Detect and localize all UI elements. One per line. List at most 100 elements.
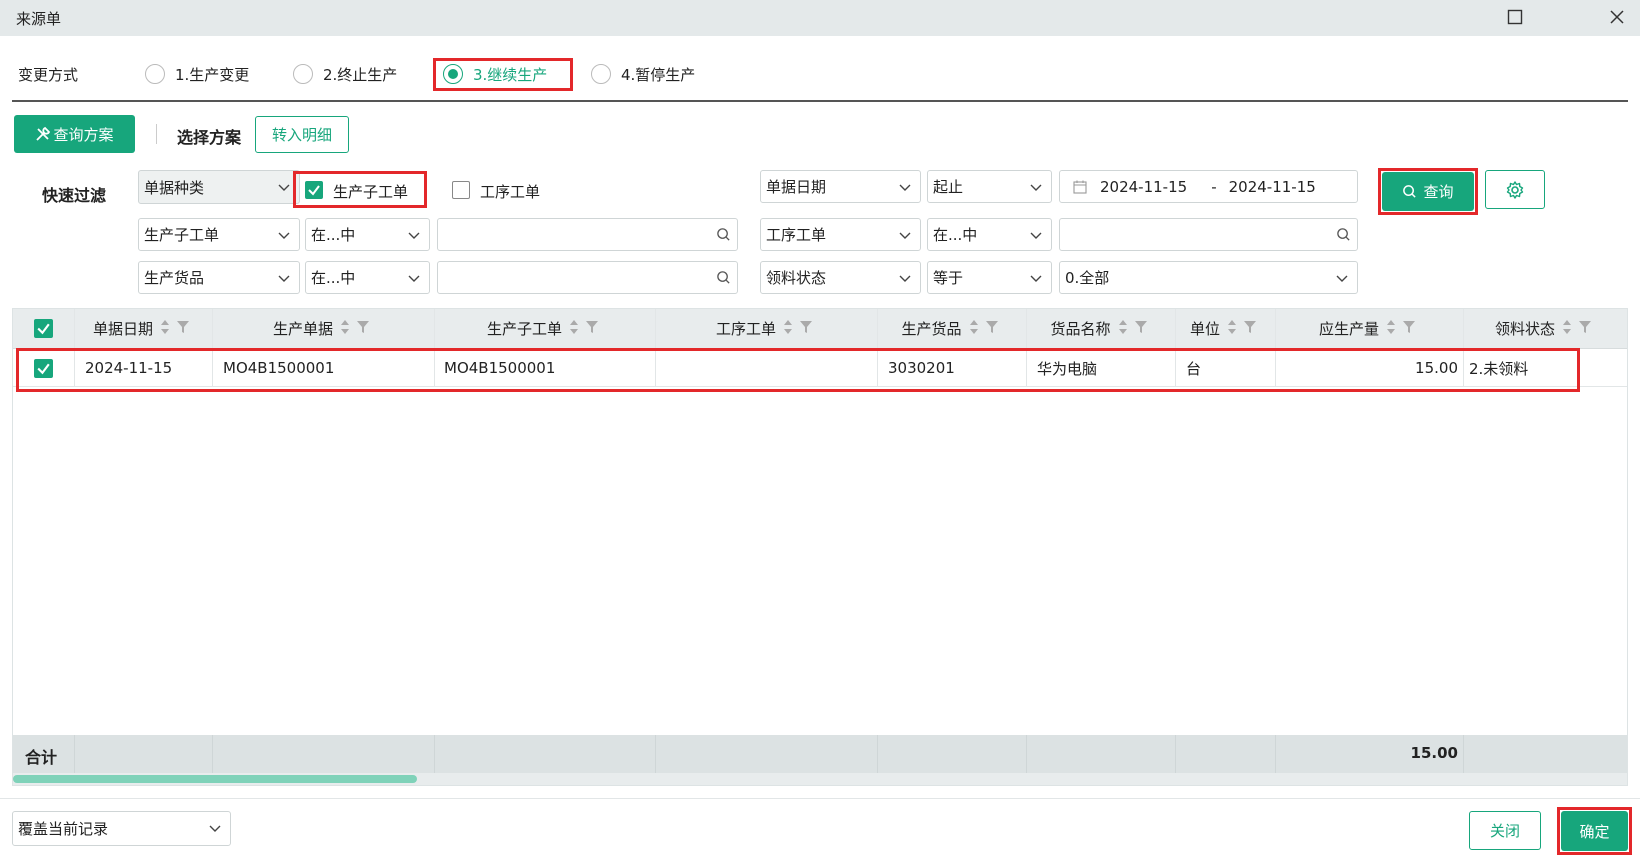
column-divider <box>434 309 435 349</box>
operator-select[interactable]: 在...中 <box>927 218 1052 251</box>
checkbox-label: 工序工单 <box>480 183 541 201</box>
column-header-sub-order[interactable]: 生产子工单 <box>434 309 655 349</box>
settings-button[interactable] <box>1485 170 1545 209</box>
search-icon[interactable] <box>1336 227 1351 242</box>
horizontal-scrollbar-thumb[interactable] <box>13 775 417 783</box>
sort-filter-icon[interactable] <box>1226 319 1260 339</box>
radio-button[interactable] <box>293 64 313 84</box>
column-title: 生产货品 <box>901 320 962 338</box>
field-value: 领料状态 <box>766 269 827 287</box>
column-divider <box>1463 309 1464 349</box>
chevron-down-icon <box>209 825 221 832</box>
header-select-all[interactable] <box>13 309 74 349</box>
sort-filter-icon[interactable] <box>968 319 1002 339</box>
sort-filter-icon[interactable] <box>568 319 602 339</box>
checkbox-checked[interactable] <box>305 181 323 199</box>
field-select-process-order[interactable]: 工序工单 <box>760 218 921 251</box>
sort-filter-icon[interactable] <box>1561 319 1595 339</box>
record-mode-select[interactable]: 覆盖当前记录 <box>12 811 231 846</box>
to-detail-button[interactable]: 转入明细 <box>255 116 349 153</box>
radio-label: 2.终止生产 <box>323 66 398 84</box>
sort-filter-icon[interactable] <box>1117 319 1151 339</box>
radio-option-2[interactable]: 2.终止生产 <box>293 64 413 86</box>
operator-select[interactable]: 在...中 <box>305 261 430 294</box>
radio-option-3[interactable]: 3.继续生产 <box>443 64 563 86</box>
sub-order-search-input[interactable] <box>437 218 738 251</box>
query-scheme-button[interactable]: 查询方案 <box>14 115 135 153</box>
field-select-sub-order[interactable]: 生产子工单 <box>138 218 300 251</box>
calendar-icon <box>1073 180 1087 194</box>
date-op-select[interactable]: 起止 <box>927 170 1052 203</box>
sort-filter-icon[interactable] <box>339 319 373 339</box>
column-divider <box>1026 309 1027 349</box>
field-select-product[interactable]: 生产货品 <box>138 261 300 294</box>
radio-button[interactable] <box>145 64 165 84</box>
title-bar: 来源单 <box>0 0 1640 36</box>
quick-filter-label: 快速过滤 <box>42 186 107 205</box>
maximize-icon[interactable] <box>1504 6 1526 28</box>
column-header-prod-doc[interactable]: 生产单据 <box>212 309 434 349</box>
chevron-down-icon <box>278 232 290 239</box>
column-divider <box>74 735 75 773</box>
checkbox-checked[interactable] <box>34 319 53 338</box>
total-label: 合计 <box>25 748 58 767</box>
chevron-down-icon <box>1336 275 1348 282</box>
sub-order-checkbox-group[interactable]: 生产子工单 <box>305 180 425 202</box>
close-label: 关闭 <box>1489 822 1520 840</box>
operator-select[interactable]: 等于 <box>927 261 1052 294</box>
search-icon[interactable] <box>716 227 731 242</box>
pick-status-value-select[interactable]: 0.全部 <box>1059 261 1358 294</box>
sort-filter-icon[interactable] <box>159 319 193 339</box>
query-button[interactable]: 查询 <box>1382 172 1474 211</box>
check-icon <box>308 185 320 196</box>
to-detail-label: 转入明细 <box>271 126 332 144</box>
radio-option-1[interactable]: 1.生产变更 <box>145 64 265 86</box>
column-title: 生产单据 <box>272 320 333 338</box>
sort-filter-icon[interactable] <box>1385 319 1419 339</box>
date-end: 2024-11-15 <box>1228 177 1316 196</box>
radio-button[interactable] <box>591 64 611 84</box>
ok-button[interactable]: 确定 <box>1561 811 1628 851</box>
radio-button-selected[interactable] <box>443 64 463 84</box>
summary-row: 合计 15.00 <box>13 735 1627 773</box>
date-range-input[interactable]: 2024-11-15 - 2024-11-15 <box>1059 170 1358 203</box>
operator-value: 在...中 <box>933 226 978 244</box>
field-select-pick-status[interactable]: 领料状态 <box>760 261 921 294</box>
pick-status-value: 0.全部 <box>1065 269 1110 287</box>
column-title: 工序工单 <box>715 320 776 338</box>
column-divider <box>877 309 878 349</box>
date-field-select[interactable]: 单据日期 <box>760 170 921 203</box>
close-button[interactable]: 关闭 <box>1469 811 1541 850</box>
select-scheme-label[interactable]: 选择方案 <box>177 124 241 148</box>
column-header-qty[interactable]: 应生产量 <box>1275 309 1463 349</box>
column-header-pick-status[interactable]: 领料状态 <box>1463 309 1627 349</box>
doc-type-value: 单据种类 <box>144 178 205 197</box>
chevron-down-icon <box>899 275 911 282</box>
highlight-box <box>16 348 1580 392</box>
checkbox[interactable] <box>452 181 470 199</box>
sort-filter-icon[interactable] <box>782 319 816 339</box>
field-value: 工序工单 <box>766 226 827 244</box>
column-header-process-order[interactable]: 工序工单 <box>655 309 877 349</box>
column-title: 领料状态 <box>1494 320 1555 338</box>
operator-select[interactable]: 在...中 <box>305 218 430 251</box>
column-header-product[interactable]: 生产货品 <box>877 309 1026 349</box>
process-order-checkbox-group[interactable]: 工序工单 <box>452 181 562 203</box>
dialog-title: 来源单 <box>16 10 62 28</box>
radio-option-4[interactable]: 4.暂停生产 <box>591 64 711 86</box>
column-divider <box>1275 735 1276 773</box>
search-icon[interactable] <box>716 270 731 285</box>
product-search-input[interactable] <box>437 261 738 294</box>
check-icon <box>37 323 50 335</box>
column-header-unit[interactable]: 单位 <box>1175 309 1275 349</box>
column-divider <box>655 309 656 349</box>
column-title: 单据日期 <box>92 320 153 338</box>
close-icon[interactable] <box>1606 6 1628 28</box>
column-header-date[interactable]: 单据日期 <box>74 309 212 349</box>
doc-type-select[interactable]: 单据种类 <box>138 170 300 204</box>
operator-value: 在...中 <box>311 269 356 287</box>
column-title: 生产子工单 <box>486 320 562 338</box>
process-order-search-input[interactable] <box>1059 218 1358 251</box>
column-header-product-name[interactable]: 货品名称 <box>1026 309 1175 349</box>
column-divider <box>1175 735 1176 773</box>
